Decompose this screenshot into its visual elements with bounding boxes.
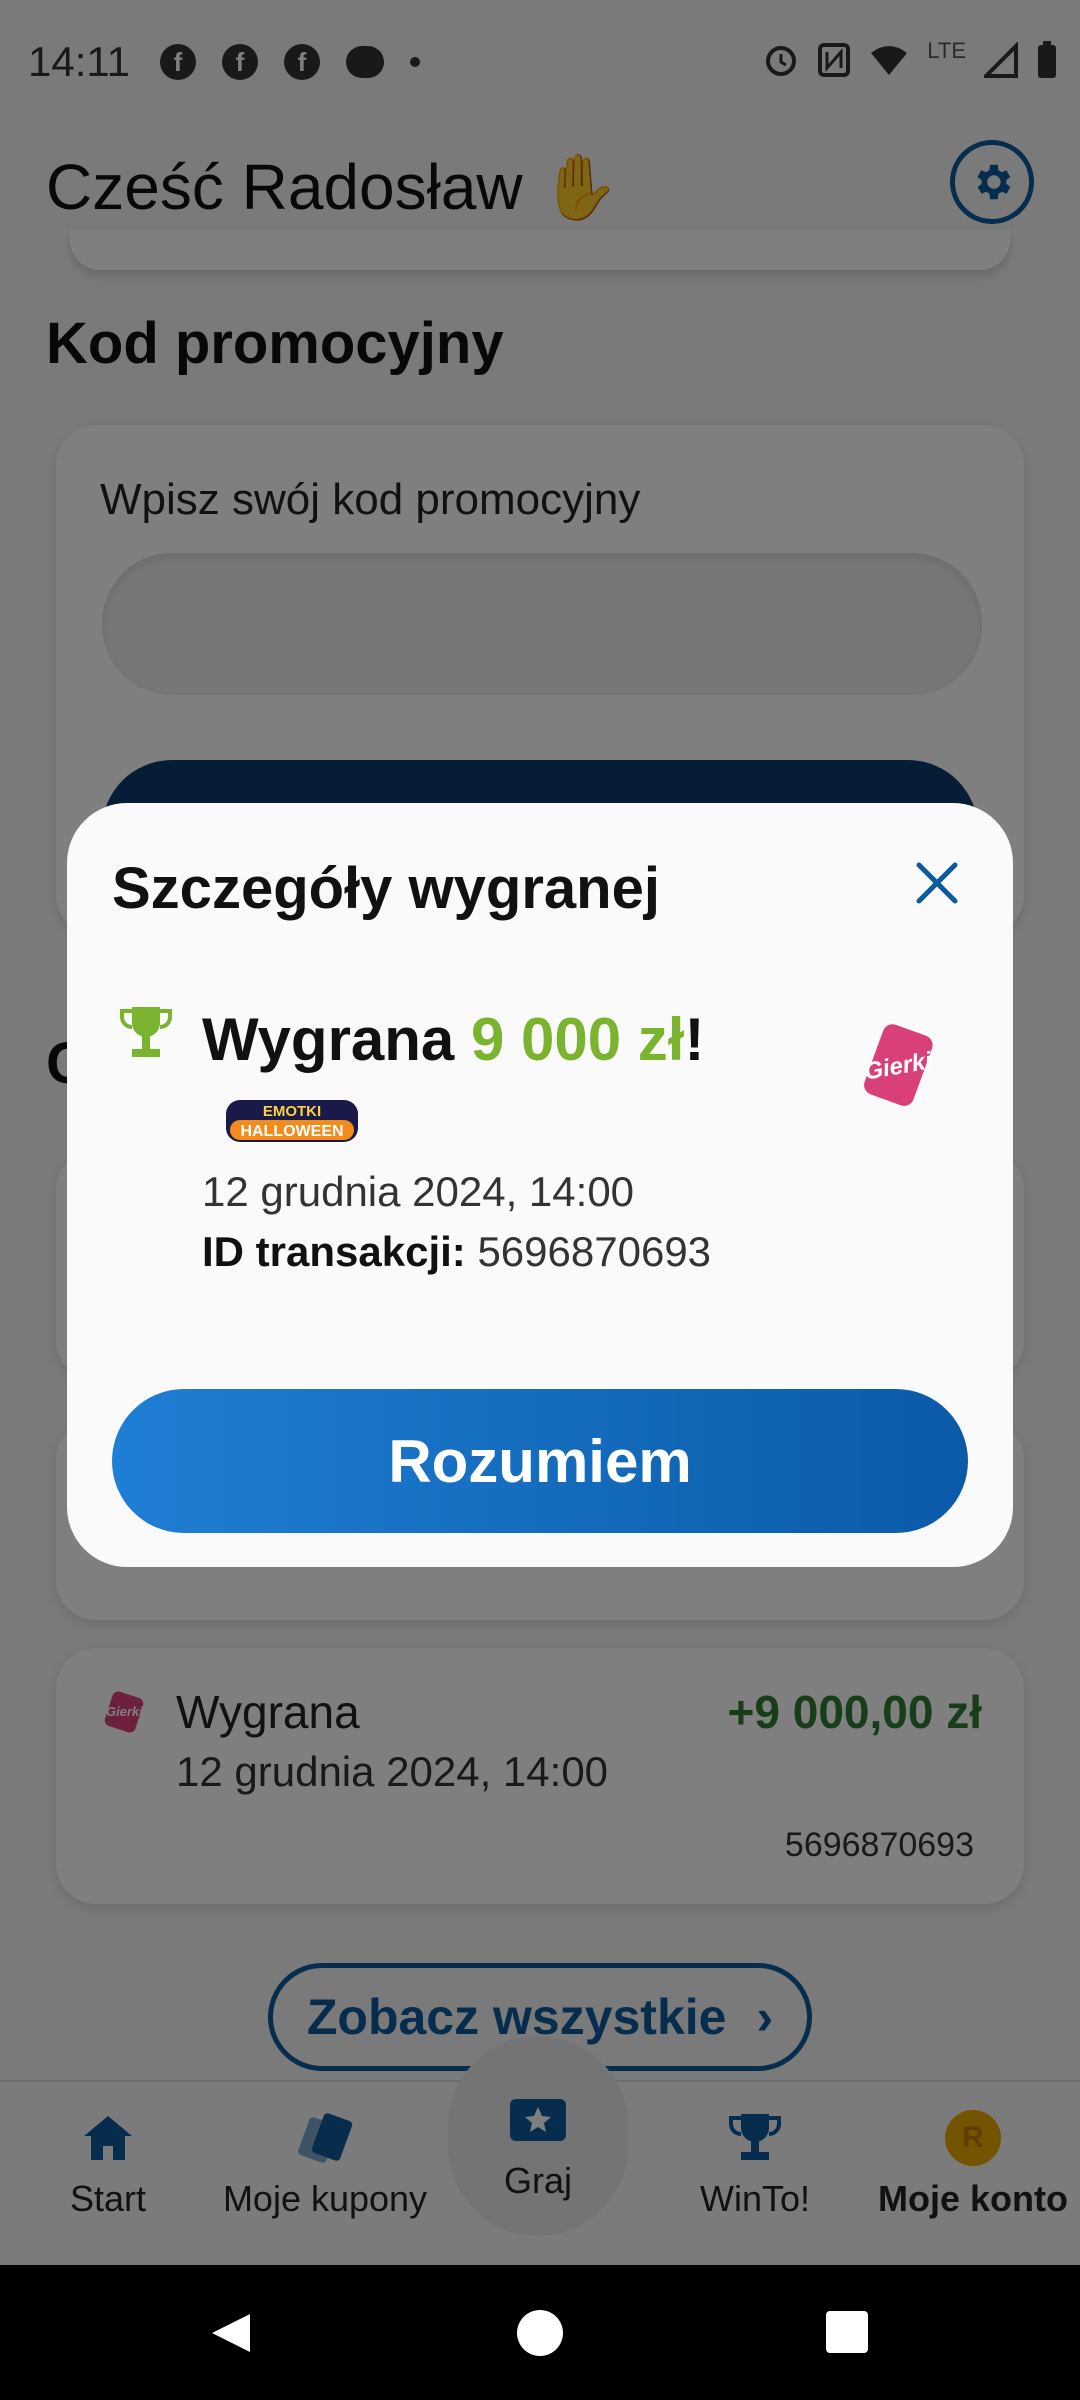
dialog-title: Szczegóły wygranej xyxy=(112,856,660,921)
gierki-provider-logo: Gierki xyxy=(862,1024,935,1106)
transaction-id-label: ID transakcji: xyxy=(202,1228,466,1275)
emotki-halloween-logo: EMOTKI HALLOWEEN xyxy=(226,1100,358,1142)
svg-text:Gierki: Gierki xyxy=(862,1047,935,1086)
win-heading: Wygrana 9 000 zł! xyxy=(202,1005,704,1074)
win-amount: 9 000 zł xyxy=(470,1006,685,1073)
win-prefix: Wygrana xyxy=(202,1006,471,1073)
recents-icon[interactable] xyxy=(826,2311,868,2353)
close-button[interactable] xyxy=(906,852,968,914)
svg-text:EMOTKI: EMOTKI xyxy=(263,1103,321,1120)
svg-text:HALLOWEEN: HALLOWEEN xyxy=(240,1123,343,1140)
win-suffix: ! xyxy=(684,1006,705,1073)
back-icon[interactable] xyxy=(208,2310,254,2356)
transaction-id-value: 5696870693 xyxy=(477,1228,712,1275)
system-navigation-bar xyxy=(0,2265,1080,2400)
close-icon xyxy=(916,862,958,904)
home-circle-icon[interactable] xyxy=(516,2309,564,2357)
transaction-id-line: ID transakcji: 5696870693 xyxy=(202,1228,711,1276)
win-date: 12 grudnia 2024, 14:00 xyxy=(202,1168,635,1215)
trophy-icon xyxy=(120,1007,172,1057)
understand-button[interactable]: Rozumiem xyxy=(112,1389,968,1533)
